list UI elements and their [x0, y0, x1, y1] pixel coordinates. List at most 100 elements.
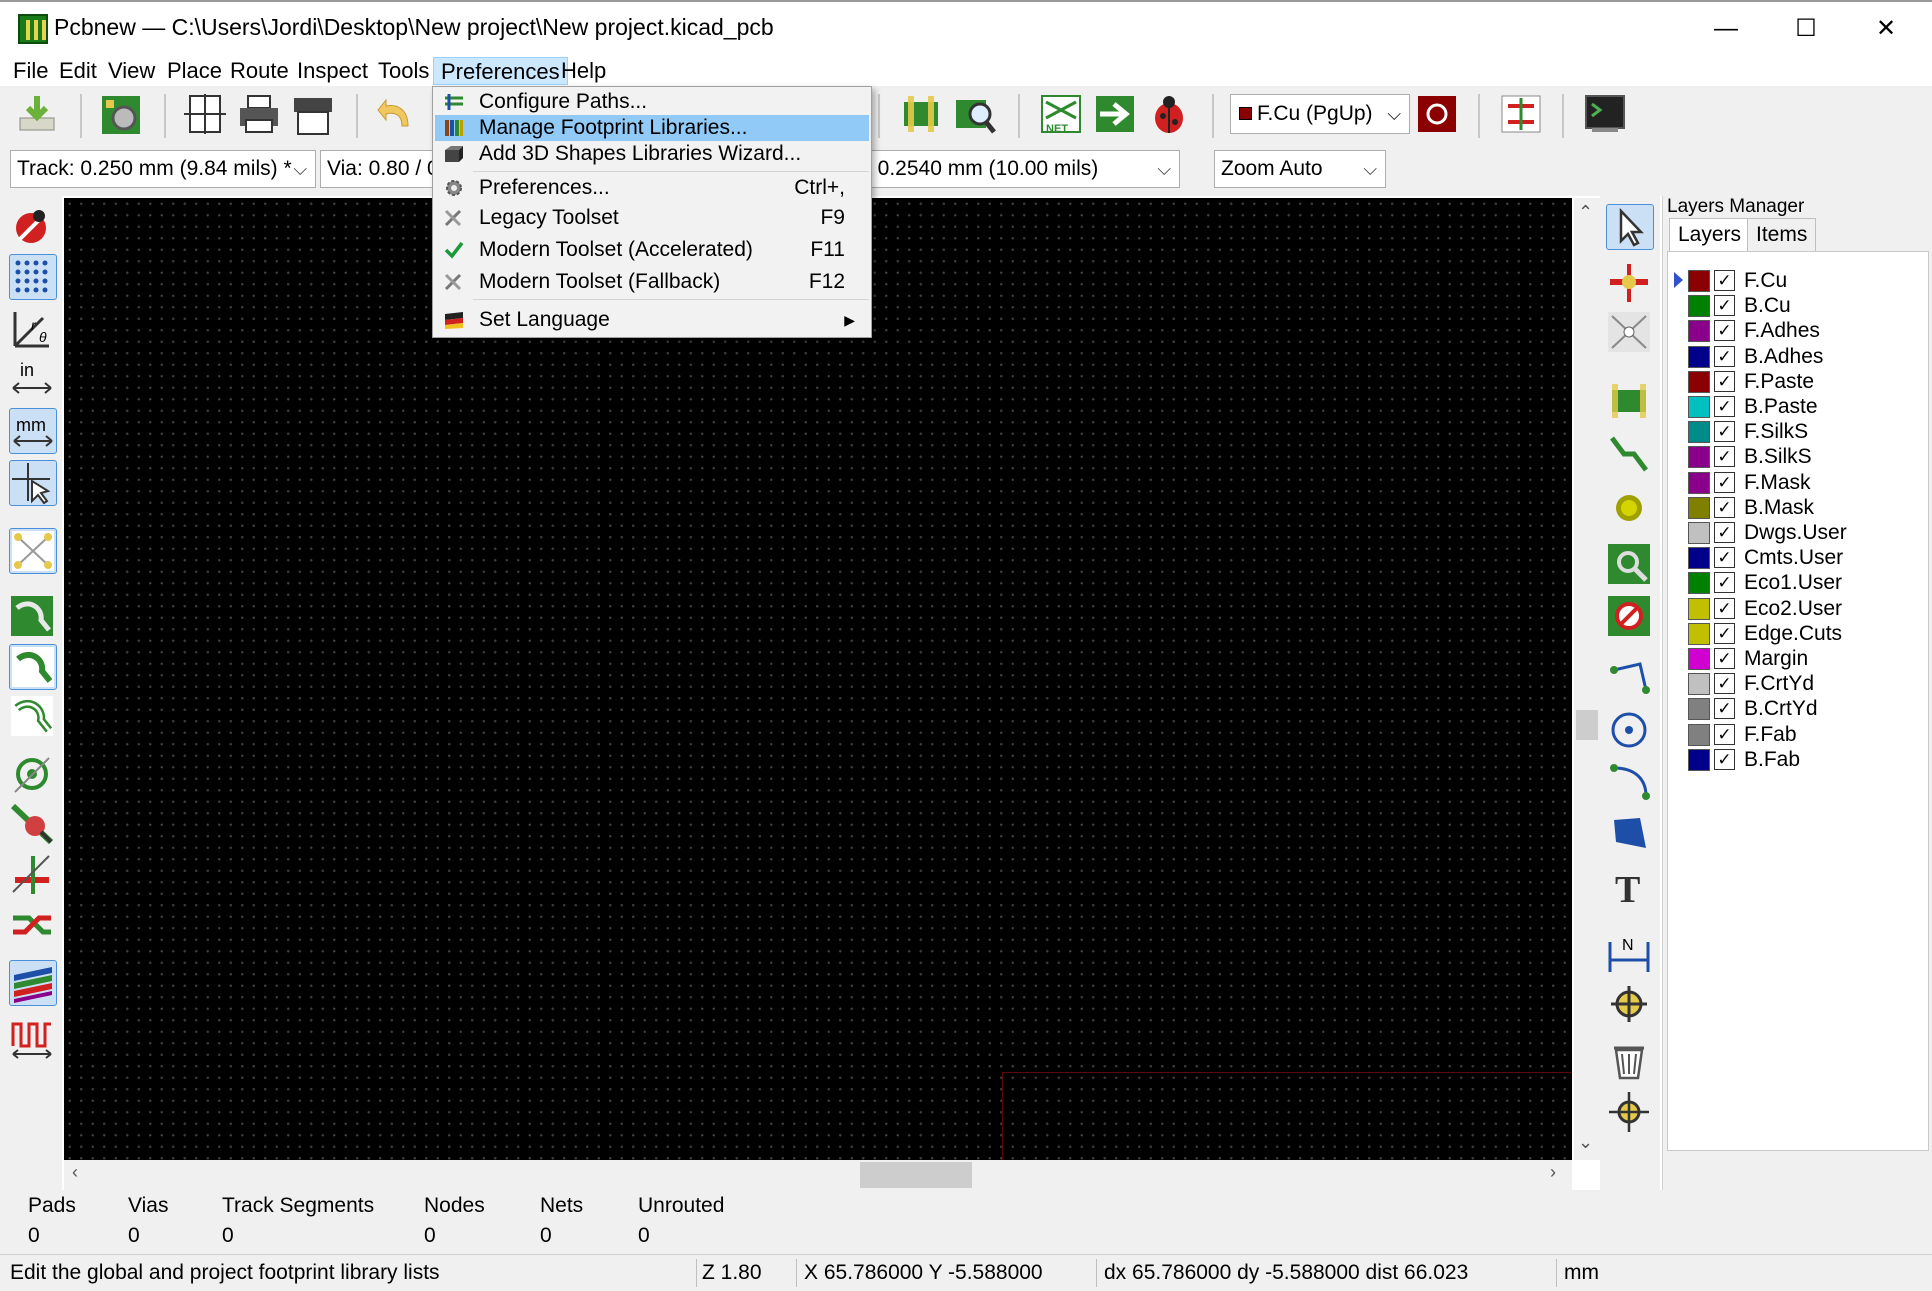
layer-visibility-checkbox[interactable]: ✓	[1714, 320, 1735, 342]
inch-units-button[interactable]: in	[9, 356, 57, 402]
layer-color-swatch[interactable]	[1688, 648, 1710, 670]
layer-color-swatch[interactable]	[1688, 547, 1710, 570]
scroll-up-icon[interactable]: ⌃	[1578, 202, 1593, 223]
draw-polygon-button[interactable]	[1606, 812, 1654, 858]
menu-item-set-language[interactable]: Set Language ▶	[435, 307, 869, 333]
minimize-button[interactable]: —	[1686, 2, 1766, 56]
pcb-canvas[interactable]	[64, 198, 1572, 1162]
zoom-select[interactable]: Zoom Auto ⌵	[1214, 150, 1386, 188]
grid-origin-button[interactable]	[1606, 1090, 1654, 1136]
layer-row[interactable]: ✓ F.Mask	[1688, 470, 1924, 496]
scroll-left-icon[interactable]: ‹	[72, 1162, 78, 1183]
board-setup-button[interactable]	[98, 92, 148, 140]
zone-outline-button[interactable]	[9, 594, 57, 640]
layer-color-swatch[interactable]	[1688, 698, 1710, 721]
layer-row[interactable]: ✓ F.CrtYd	[1688, 671, 1924, 697]
menu-tools[interactable]: Tools	[371, 57, 436, 85]
menu-help[interactable]: Help	[554, 57, 613, 85]
horizontal-scroll-thumb[interactable]	[860, 1162, 972, 1188]
layer-row[interactable]: ✓ B.CrtYd	[1688, 696, 1924, 722]
high-contrast-button[interactable]	[9, 902, 57, 948]
add-footprint-button[interactable]	[1606, 378, 1654, 424]
menu-item-add-3d-shapes-wizard[interactable]: Add 3D Shapes Libraries Wizard...	[435, 141, 869, 167]
layer-visibility-checkbox[interactable]: ✓	[1714, 673, 1735, 695]
layer-color-swatch[interactable]	[1688, 597, 1710, 620]
menu-route[interactable]: Route	[223, 57, 296, 85]
zone-sketch-button[interactable]	[9, 694, 57, 740]
menu-item-preferences[interactable]: Preferences... Ctrl+,	[435, 175, 869, 201]
draw-line-button[interactable]	[1606, 656, 1654, 702]
layer-visibility-checkbox[interactable]: ✓	[1714, 723, 1735, 745]
layer-row[interactable]: ✓ F.Adhes	[1688, 318, 1924, 344]
layer-color-swatch[interactable]	[1688, 723, 1710, 746]
layer-color-swatch[interactable]	[1688, 370, 1710, 393]
tab-layers[interactable]: Layers	[1669, 218, 1751, 252]
menu-file[interactable]: File	[6, 57, 55, 85]
drc-button[interactable]	[1146, 92, 1196, 140]
polar-coords-button[interactable]: rθ	[9, 306, 57, 352]
layer-row[interactable]: ✓ B.SilkS	[1688, 444, 1924, 470]
menu-item-configure-paths[interactable]: Configure Paths...	[435, 89, 869, 115]
layer-visibility-checkbox[interactable]: ✓	[1714, 421, 1735, 443]
via-sketch-button[interactable]	[9, 802, 57, 848]
layer-row[interactable]: ✓ B.Adhes	[1688, 344, 1924, 370]
tab-items[interactable]: Items	[1747, 218, 1817, 252]
scroll-down-icon[interactable]: ⌄	[1578, 1132, 1593, 1153]
layer-visibility-checkbox[interactable]: ✓	[1714, 345, 1735, 367]
scroll-right-icon[interactable]: ›	[1550, 1162, 1556, 1183]
add-keepout-button[interactable]	[1606, 594, 1654, 640]
layer-row[interactable]: ✓ F.SilkS	[1688, 419, 1924, 445]
layer-row[interactable]: ✓ F.Fab	[1688, 722, 1924, 748]
undo-button[interactable]	[374, 92, 424, 140]
highlight-net-button[interactable]	[1606, 260, 1654, 306]
layer-color-swatch[interactable]	[1688, 446, 1710, 469]
menu-item-manage-footprint-libraries[interactable]: Manage Footprint Libraries...	[435, 115, 869, 141]
layer-color-swatch[interactable]	[1688, 396, 1710, 418]
layer-color-swatch[interactable]	[1688, 622, 1710, 645]
zone-no-fill-button[interactable]	[9, 644, 57, 690]
layer-row[interactable]: ✓ B.Cu	[1688, 293, 1924, 319]
layer-color-swatch[interactable]	[1688, 522, 1710, 544]
draw-circle-button[interactable]	[1606, 708, 1654, 754]
layer-visibility-checkbox[interactable]: ✓	[1714, 446, 1735, 468]
vertical-scrollbar[interactable]: ⌃ ⌄	[1574, 198, 1600, 1160]
track-sketch-button[interactable]	[9, 852, 57, 898]
draw-arc-button[interactable]	[1606, 760, 1654, 806]
layer-visibility-checkbox[interactable]: ✓	[1714, 496, 1735, 518]
menu-inspect[interactable]: Inspect	[290, 57, 375, 85]
show-microwave-tools-button[interactable]	[1498, 92, 1548, 140]
add-text-button[interactable]: T	[1606, 864, 1654, 910]
plot-button[interactable]	[290, 92, 340, 140]
layer-color-swatch[interactable]	[1688, 295, 1710, 318]
layer-row[interactable]: ✓ B.Fab	[1688, 747, 1924, 773]
add-target-button[interactable]	[1606, 982, 1654, 1028]
layer-color-swatch[interactable]	[1688, 748, 1710, 771]
layer-row[interactable]: ✓ B.Paste	[1688, 394, 1924, 420]
menu-item-modern-toolset-accelerated[interactable]: Modern Toolset (Accelerated) F11	[435, 237, 869, 263]
menu-item-modern-toolset-fallback[interactable]: Modern Toolset (Fallback) F12	[435, 269, 869, 295]
layer-visibility-checkbox[interactable]: ✓	[1714, 522, 1735, 543]
layer-color-swatch[interactable]	[1688, 572, 1710, 595]
track-width-select[interactable]: Track: 0.250 mm (9.84 mils) * ⌵	[10, 150, 316, 188]
add-zone-button[interactable]	[1606, 542, 1654, 588]
menu-edit[interactable]: Edit	[52, 57, 104, 85]
local-ratsnest-button[interactable]	[1606, 310, 1654, 356]
select-tool-button[interactable]	[1606, 204, 1654, 250]
layer-pair-button[interactable]	[1414, 92, 1464, 140]
layers-manager-toggle-button[interactable]	[9, 960, 57, 1006]
layer-row[interactable]: ✓ F.Cu	[1674, 268, 1924, 294]
layer-row[interactable]: ✓ Dwgs.User	[1688, 520, 1924, 546]
menu-view[interactable]: View	[101, 57, 162, 85]
scripting-console-button[interactable]	[1582, 92, 1632, 140]
layer-visibility-checkbox[interactable]: ✓	[1714, 270, 1735, 291]
full-cursor-button[interactable]	[9, 460, 57, 506]
horizontal-scrollbar[interactable]: ‹ ›	[64, 1160, 1572, 1190]
layer-visibility-checkbox[interactable]: ✓	[1714, 597, 1735, 619]
layer-row[interactable]: ✓ Eco1.User	[1688, 570, 1924, 596]
layer-visibility-checkbox[interactable]: ✓	[1714, 295, 1735, 317]
delete-tool-button[interactable]	[1606, 1038, 1654, 1084]
print-button[interactable]	[236, 92, 286, 140]
footprint-editor-button[interactable]	[898, 92, 948, 140]
layer-row[interactable]: ✓ Eco2.User	[1688, 596, 1924, 622]
layer-row[interactable]: ✓ B.Mask	[1688, 495, 1924, 521]
